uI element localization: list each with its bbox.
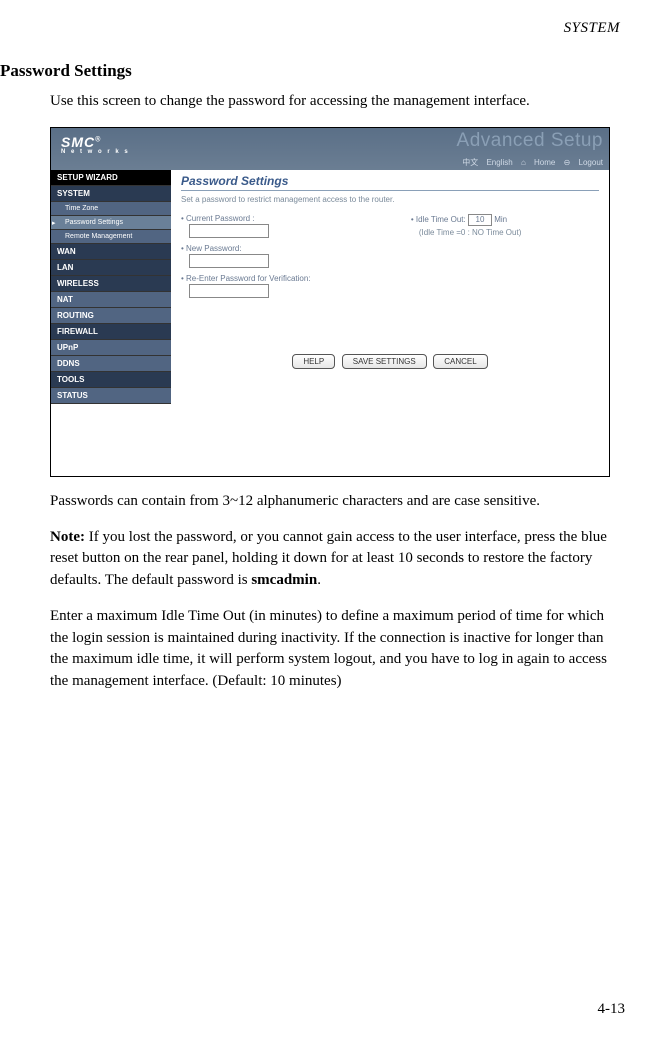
nav-item-system[interactable]: SYSTEM bbox=[51, 186, 171, 202]
lang-en[interactable]: English bbox=[486, 158, 512, 167]
save-settings-button[interactable]: SAVE SETTINGS bbox=[342, 354, 427, 369]
new-password-label: New Password: bbox=[181, 244, 411, 253]
reenter-password-label: Re-Enter Password for Verification: bbox=[181, 274, 411, 283]
note-label: Note: bbox=[50, 529, 85, 545]
button-row: HELP SAVE SETTINGS CANCEL bbox=[181, 354, 599, 369]
current-password-input[interactable] bbox=[189, 224, 269, 238]
nav-item-lan[interactable]: LAN bbox=[51, 260, 171, 276]
nav-item-firewall[interactable]: FIREWALL bbox=[51, 324, 171, 340]
topbar: SMC® N e t w o r k s Advanced Setup 中文 E… bbox=[51, 128, 609, 170]
logo-text: SMC bbox=[61, 134, 95, 150]
main-panel: Password Settings Set a password to rest… bbox=[171, 170, 609, 476]
nav-item-tools[interactable]: TOOLS bbox=[51, 372, 171, 388]
idle-unit: Min bbox=[494, 215, 507, 224]
page-number: 4-13 bbox=[598, 1001, 626, 1018]
panel-title: Password Settings bbox=[181, 174, 599, 191]
nav-list: SETUP WIZARDSYSTEMTime ZonePassword Sett… bbox=[51, 170, 171, 404]
nav-item-ddns[interactable]: DDNS bbox=[51, 356, 171, 372]
new-password-input[interactable] bbox=[189, 254, 269, 268]
router-ui-screenshot: SMC® N e t w o r k s Advanced Setup 中文 E… bbox=[50, 127, 610, 477]
nav-item-upnp[interactable]: UPnP bbox=[51, 340, 171, 356]
advanced-setup-label: Advanced Setup bbox=[457, 130, 603, 152]
nav-item-nat[interactable]: NAT bbox=[51, 292, 171, 308]
panel-desc: Set a password to restrict management ac… bbox=[181, 195, 599, 204]
idle-timeout-label: • Idle Time Out: bbox=[411, 215, 466, 224]
note-text: If you lost the password, or you cannot … bbox=[50, 529, 607, 589]
intro-paragraph: Use this screen to change the password f… bbox=[50, 91, 625, 113]
logout-link[interactable]: ⊖ Logout bbox=[564, 158, 603, 167]
page-title: Password Settings bbox=[0, 61, 625, 81]
top-links: 中文 English ⌂ Home ⊖ Logout bbox=[456, 157, 603, 168]
current-password-label: Current Password : bbox=[181, 214, 411, 223]
idle-hint: (Idle Time =0 : NO Time Out) bbox=[419, 228, 599, 237]
idle-timeout-paragraph: Enter a maximum Idle Time Out (in minute… bbox=[50, 606, 625, 693]
nav-item-remote-management[interactable]: Remote Management bbox=[51, 230, 171, 244]
home-link[interactable]: ⌂ Home bbox=[521, 158, 555, 167]
nav-item-status[interactable]: STATUS bbox=[51, 388, 171, 404]
running-head: SYSTEM bbox=[0, 20, 625, 37]
password-rules-paragraph: Passwords can contain from 3~12 alphanum… bbox=[50, 491, 625, 513]
nav-item-routing[interactable]: ROUTING bbox=[51, 308, 171, 324]
nav-item-wireless[interactable]: WIRELESS bbox=[51, 276, 171, 292]
cancel-button[interactable]: CANCEL bbox=[433, 354, 487, 369]
lang-cn[interactable]: 中文 bbox=[462, 158, 478, 167]
reenter-password-input[interactable] bbox=[189, 284, 269, 298]
nav-item-password-settings[interactable]: Password Settings bbox=[51, 216, 171, 230]
help-button[interactable]: HELP bbox=[292, 354, 335, 369]
note-block: Note: If you lost the password, or you c… bbox=[50, 527, 625, 592]
brand-logo: SMC® N e t w o r k s bbox=[61, 134, 130, 155]
nav-item-setup-wizard[interactable]: SETUP WIZARD bbox=[51, 170, 171, 186]
nav-item-wan[interactable]: WAN bbox=[51, 244, 171, 260]
idle-timeout-input[interactable]: 10 bbox=[468, 214, 492, 226]
sidebar: SETUP WIZARDSYSTEMTime ZonePassword Sett… bbox=[51, 170, 171, 476]
logo-subtext: N e t w o r k s bbox=[61, 149, 130, 155]
nav-item-time-zone[interactable]: Time Zone bbox=[51, 202, 171, 216]
